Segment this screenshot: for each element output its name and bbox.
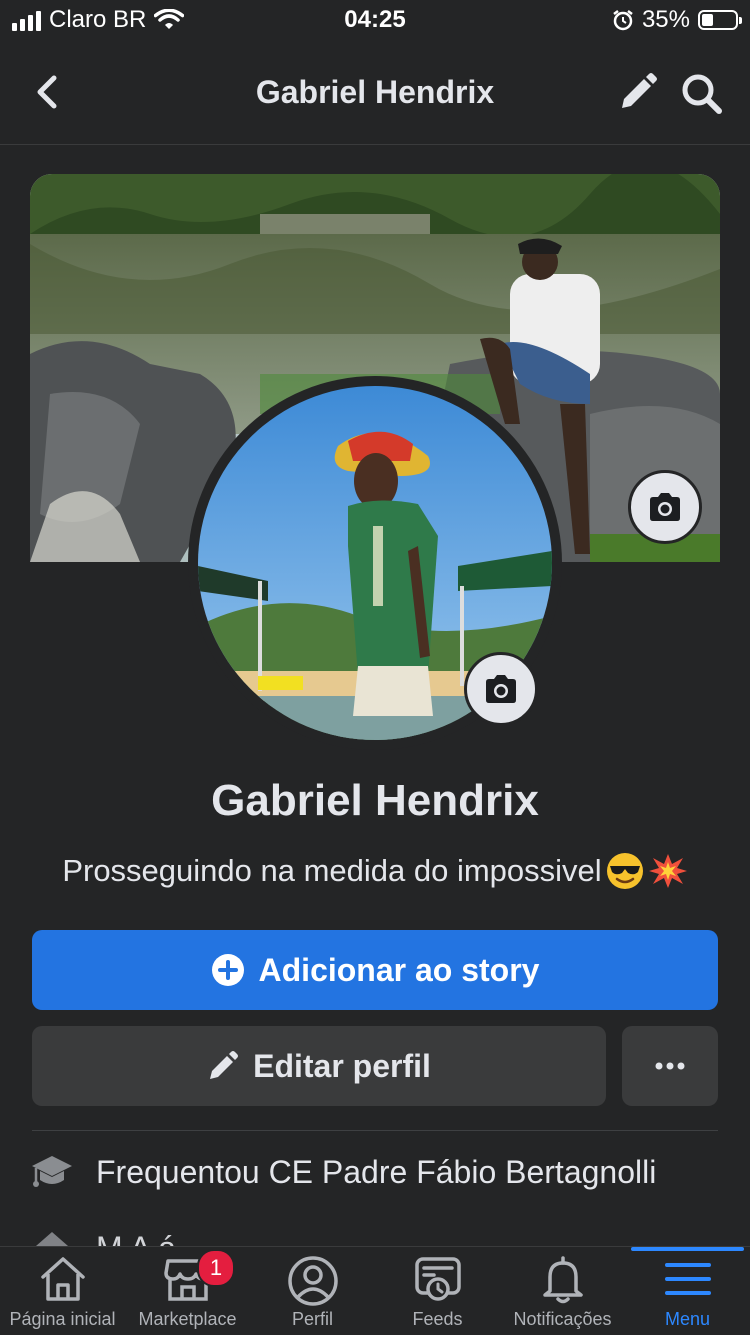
bell-icon	[542, 1256, 583, 1304]
tab-menu[interactable]: Menu	[625, 1247, 750, 1335]
tab-label: Menu	[664, 1309, 711, 1329]
bio-text: Prosseguindo na medida do impossivel	[62, 853, 602, 888]
bottom-tab-bar: Página inicial 1 Marketplace Perfil Feed…	[0, 1246, 750, 1335]
camera-icon	[486, 675, 516, 703]
profile-icon	[287, 1256, 338, 1306]
tab-label: Notificações	[513, 1309, 612, 1329]
tab-label: Feeds	[412, 1309, 463, 1329]
tab-profile[interactable]: Perfil	[250, 1247, 375, 1335]
add-to-story-label: Adicionar ao story	[258, 951, 540, 988]
battery-percent: 35%	[641, 6, 690, 33]
collision-emoji-icon	[648, 854, 687, 888]
profile-name: Gabriel Hendrix	[211, 776, 539, 825]
active-tab-indicator	[631, 1247, 744, 1251]
ellipsis-icon	[655, 1062, 685, 1070]
home-icon	[40, 1257, 85, 1301]
add-to-story-button[interactable]: Adicionar ao story	[32, 930, 718, 1010]
search-icon[interactable]	[678, 70, 724, 116]
notification-badge: 1	[197, 1249, 235, 1287]
section-divider	[32, 1130, 718, 1131]
tab-home[interactable]: Página inicial	[0, 1247, 125, 1335]
tab-label: Perfil	[291, 1309, 333, 1329]
menu-icon	[664, 1263, 711, 1295]
edit-profile-label: Editar perfil	[253, 1047, 431, 1084]
profile-header: Gabriel Hendrix	[0, 44, 750, 145]
more-options-button[interactable]	[622, 1026, 718, 1106]
edit-profile-button[interactable]: Editar perfil	[32, 1026, 606, 1106]
feeds-icon	[414, 1257, 461, 1301]
pencil-icon[interactable]	[614, 70, 660, 116]
intro-education: Frequentou CE Padre Fábio Bertagnolli	[30, 1152, 730, 1192]
battery-icon	[698, 10, 742, 30]
tab-label: Marketplace	[138, 1309, 237, 1329]
tab-notifications[interactable]: Notificações	[500, 1247, 625, 1335]
sunglasses-emoji-icon	[606, 853, 643, 889]
edit-avatar-camera-button[interactable]	[464, 652, 538, 726]
tab-marketplace[interactable]: 1 Marketplace	[125, 1247, 250, 1335]
profile-bio: Prosseguindo na medida do impossivel	[0, 852, 750, 890]
graduation-cap-icon	[32, 1156, 72, 1187]
plus-circle-icon	[211, 954, 244, 986]
tab-feeds[interactable]: Feeds	[375, 1247, 500, 1335]
alarm-icon	[613, 10, 633, 31]
education-text: Frequentou CE Padre Fábio Bertagnolli	[96, 1153, 657, 1190]
pencil-icon	[210, 1051, 239, 1079]
status-bar: Claro BR 04:25 35%	[0, 0, 750, 44]
camera-icon	[650, 493, 680, 521]
edit-cover-camera-button[interactable]	[628, 470, 702, 544]
